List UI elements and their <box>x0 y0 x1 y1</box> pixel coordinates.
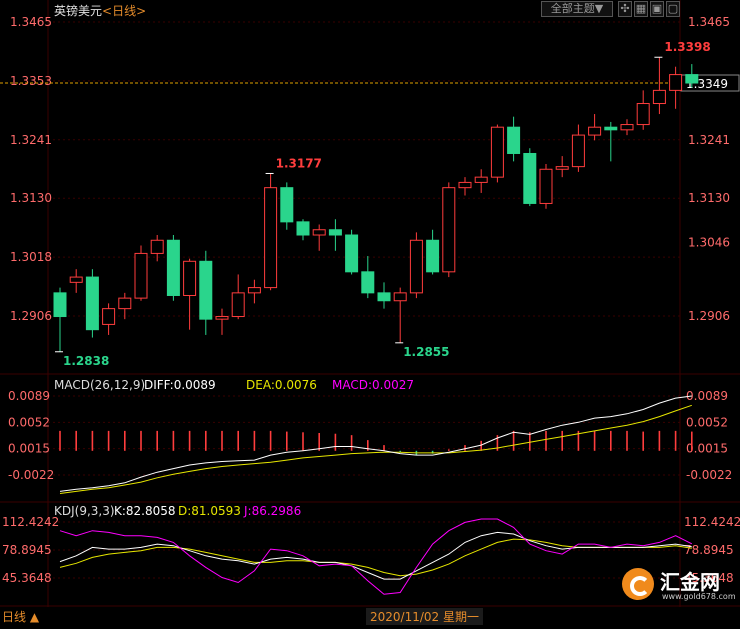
crosshair-icon[interactable]: ✣ <box>618 1 632 17</box>
candle-body <box>231 292 245 318</box>
candle-body <box>571 134 585 168</box>
price-tick-label-right: 1.3465 <box>688 15 730 29</box>
candle-body <box>199 260 213 320</box>
kdj-tick-label-left: 78.8945 <box>2 543 52 557</box>
kdj-tick-label-right: 78.8945 <box>684 543 734 557</box>
watermark-logo: 汇金网 www.gold678.com <box>622 566 736 604</box>
high-annotation: 1.3177 <box>276 156 322 170</box>
candle-body <box>312 229 326 236</box>
kdj-j-line <box>59 518 693 595</box>
candle-body <box>620 124 634 131</box>
candle-body <box>102 308 116 325</box>
kdj-title: KDJ(9,3,3) <box>54 504 115 518</box>
candle-body <box>280 187 294 223</box>
candle-body <box>588 126 602 136</box>
price-tick-label-left: 1.3241 <box>10 133 52 147</box>
candle-body <box>409 239 423 294</box>
chart-svg: 1.3465 1.3353 1.3241 1.3130 1.3018 1.2906 1.34… <box>0 0 740 607</box>
candle-body <box>361 271 375 294</box>
candle-body <box>264 187 278 289</box>
price-tick-label-right: 1.3046 <box>688 235 730 249</box>
kdj-legend-d: D:81.0593 <box>178 504 241 518</box>
bottom-bar: 日线 ▲ 2020/11/02 星期一 <box>0 607 740 625</box>
candle-body <box>393 292 407 302</box>
macd-tick-label-left: 0.0052 <box>8 415 50 429</box>
diff-line <box>59 395 692 492</box>
candle-body <box>166 239 180 296</box>
kdj-k-line <box>59 531 692 580</box>
candle-body <box>377 292 391 302</box>
price-tick-label-left: 1.2906 <box>10 309 52 323</box>
macd-tick-label-left: 0.0015 <box>8 442 50 456</box>
grid-icon[interactable]: ▦ <box>634 1 648 17</box>
macd-legend-macd: MACD:0.0027 <box>332 378 414 392</box>
candle-body <box>183 260 197 296</box>
candle-body <box>604 126 618 131</box>
candle-body <box>426 239 440 273</box>
macd-legend-dea: DEA:0.0076 <box>246 378 317 392</box>
candle-body <box>85 276 99 331</box>
candle-body <box>652 89 666 105</box>
macd-tick-label-right: 0.0052 <box>686 415 728 429</box>
macd-legend-diff: DIFF:0.0089 <box>144 378 216 392</box>
macd-tick-label-left: 0.0089 <box>8 389 50 403</box>
candle-body <box>458 181 472 189</box>
low-annotation: 1.2855 <box>403 345 449 359</box>
macd-tick-label-left: -0.0022 <box>8 468 54 482</box>
candle-body <box>474 176 488 183</box>
symbol-name: 英镑美元 <box>54 4 103 18</box>
price-tick-label-left: 1.3353 <box>10 74 52 88</box>
logo-icon <box>622 568 654 600</box>
price-tick-label-right: 1.3130 <box>688 191 730 205</box>
candle-body <box>328 229 342 236</box>
period-label[interactable]: <日线> <box>102 4 146 18</box>
candle-body <box>685 74 699 84</box>
period-toggle[interactable]: 日线 ▲ <box>2 608 39 625</box>
candle-body <box>247 287 261 294</box>
logo-url: www.gold678.com <box>662 592 736 601</box>
candle-body <box>507 126 521 154</box>
kdj-tick-label-right: 112.4242 <box>684 515 740 529</box>
price-tick-label-left: 1.3465 <box>10 15 52 29</box>
candle-body <box>669 74 683 91</box>
window-icon[interactable]: ▣ <box>650 1 664 17</box>
price-tick-label-right: 1.3241 <box>688 133 730 147</box>
candle-body <box>134 252 148 299</box>
candle-body <box>296 221 310 236</box>
price-tick-label-left: 1.3130 <box>10 191 52 205</box>
candle-body <box>490 126 504 178</box>
macd-tick-label-right: 0.0089 <box>686 389 728 403</box>
theme-select[interactable]: 全部主题▼ <box>541 1 613 17</box>
candle-body <box>345 234 359 273</box>
candle-body <box>555 166 569 170</box>
candle-body <box>150 239 164 254</box>
candle-body <box>523 152 537 204</box>
kdj-legend-j: J:86.2986 <box>243 504 301 518</box>
price-tick-label-right: 1.2906 <box>688 309 730 323</box>
price-tick-label-left: 1.3018 <box>10 250 52 264</box>
kdj-tick-label-left: 112.4242 <box>2 515 59 529</box>
low-annotation: 1.2838 <box>63 354 109 368</box>
minimize-icon[interactable]: ▢ <box>666 1 680 17</box>
candle-body <box>53 292 67 318</box>
macd-tick-label-right: -0.0022 <box>686 468 732 482</box>
candle-body <box>442 187 456 273</box>
candle-body <box>69 276 83 283</box>
chart-title: 英镑美元<日线> <box>54 2 146 19</box>
candle-body <box>636 103 650 126</box>
candle-body <box>118 297 132 310</box>
candle-body <box>539 168 553 204</box>
logo-name: 汇金网 <box>660 570 720 594</box>
candle-body <box>215 316 229 320</box>
cursor-date: 2020/11/02 星期一 <box>366 608 483 625</box>
macd-title: MACD(26,12,9) <box>54 378 145 392</box>
high-annotation: 1.3398 <box>664 40 710 54</box>
kdj-legend-k: K:82.8058 <box>114 504 176 518</box>
chart-stage: 1.3465 1.3353 1.3241 1.3130 1.3018 1.2906 1.34… <box>0 0 740 625</box>
kdj-tick-label-left: 45.3648 <box>2 571 52 585</box>
